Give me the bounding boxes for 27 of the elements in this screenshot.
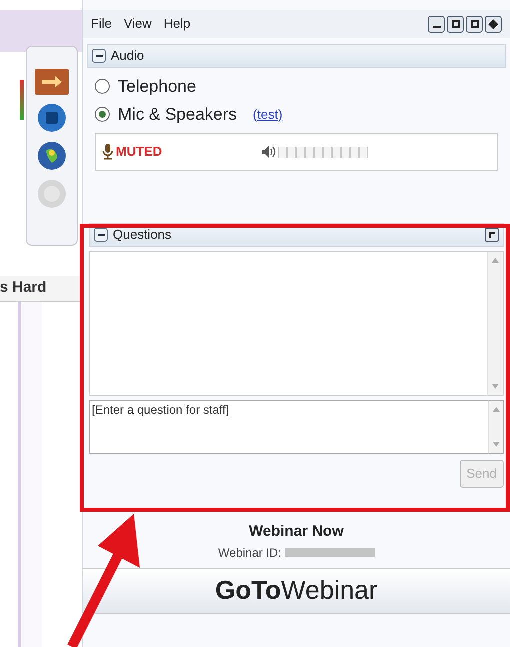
status-bar-indicator: [20, 80, 24, 120]
radio-button[interactable]: [95, 106, 110, 122]
minimize-icon[interactable]: [428, 16, 445, 32]
pop-out-icon[interactable]: [485, 228, 499, 242]
product-logo: GoToWebinar: [215, 574, 378, 607]
webinar-id-label: Webinar ID:: [218, 544, 282, 562]
disabled-circle-icon: [37, 179, 67, 209]
question-input[interactable]: [Enter a question for staff]: [89, 400, 488, 454]
speaker-icon: [262, 146, 276, 158]
section-title: Questions: [113, 226, 172, 244]
tab-label: s Hard: [0, 278, 47, 298]
globe-icon[interactable]: [37, 141, 67, 171]
menu-item[interactable]: View: [124, 14, 152, 34]
radio-button[interactable]: [95, 79, 110, 94]
radio-label[interactable]: Mic & Speakers: [118, 102, 238, 127]
maximize-icon[interactable]: [447, 16, 464, 32]
section-title: Audio: [111, 47, 144, 66]
collapse-icon[interactable]: [94, 228, 108, 242]
menu-item[interactable]: File: [91, 14, 112, 34]
webinar-title: Webinar Now: [249, 522, 344, 542]
microphone-icon: [102, 144, 114, 160]
muted-status: MUTED: [116, 143, 162, 162]
collapse-icon[interactable]: [92, 49, 106, 63]
menu-item[interactable]: Help: [164, 14, 191, 34]
test-link[interactable]: (test): [253, 104, 283, 124]
radio-label[interactable]: Telephone: [118, 74, 196, 100]
window-icon[interactable]: [37, 103, 67, 133]
